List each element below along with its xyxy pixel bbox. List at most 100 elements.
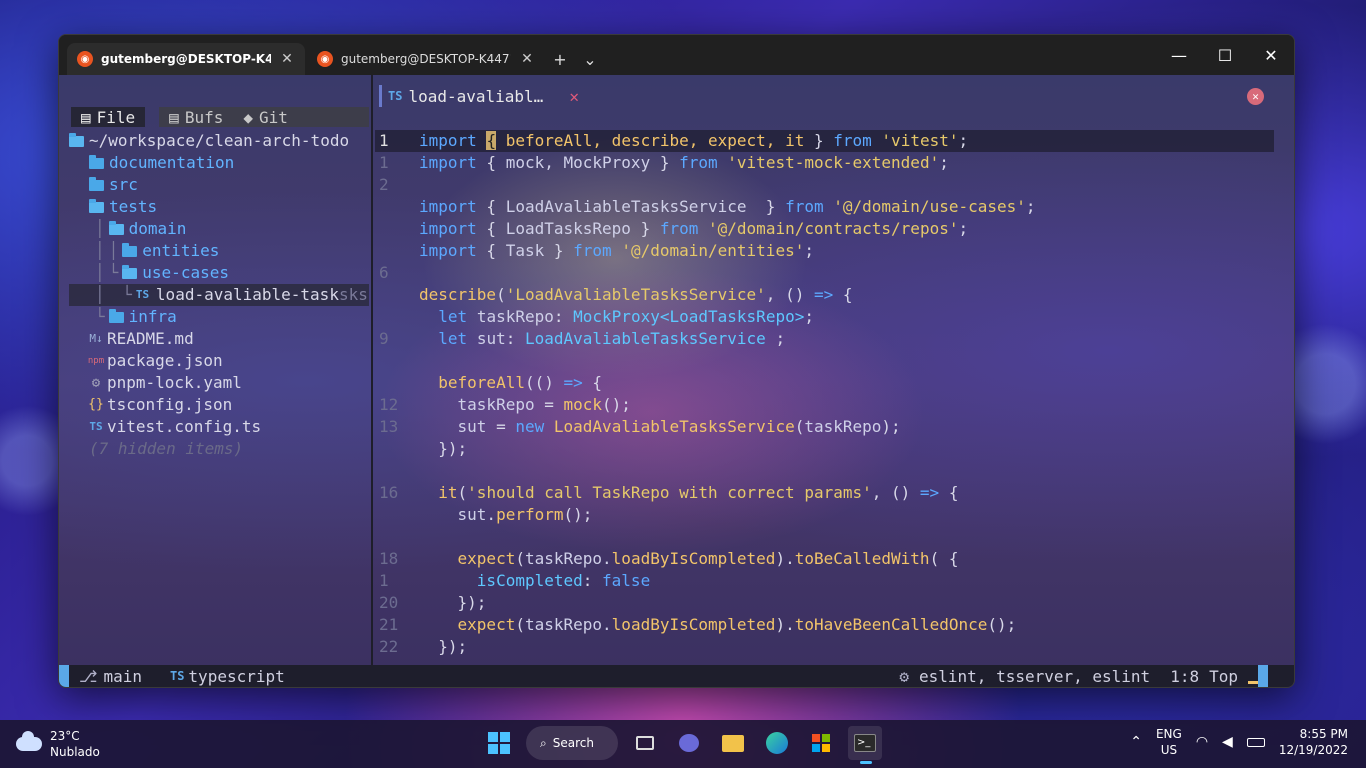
chevron-up-icon[interactable]: ⌃ [1130, 734, 1142, 750]
tree-item-label: infra [128, 307, 177, 326]
folder-open-icon [69, 132, 84, 147]
npm-icon: npm [87, 356, 105, 366]
root-path: ~/workspace/clean-arch-todo [89, 131, 350, 150]
buffer-close-icon[interactable]: ✕ [569, 87, 579, 106]
search-button[interactable]: ⌕ Search [526, 726, 618, 760]
folder-open-icon [122, 264, 138, 279]
tab-dropdown-button[interactable]: ⌄ [575, 43, 605, 75]
tree-item-tests[interactable]: tests [69, 196, 369, 218]
git-branch-icon: ⎇ [79, 666, 98, 686]
buffer-tab-label: load-avaliabl… [408, 86, 544, 106]
tree-item-load-file[interactable]: │ └ TS load-avaliable-task sks [69, 284, 369, 306]
buffer-tab[interactable]: TS load-avaliabl… ✕ [379, 85, 579, 107]
markdown-icon: M↓ [89, 332, 103, 345]
code-line: }); [419, 439, 468, 458]
clock[interactable]: 8:55 PM 12/19/2022 [1279, 726, 1348, 758]
language-indicator[interactable]: ENG US [1156, 726, 1182, 758]
tree-item-pnpm[interactable]: ⚙ pnpm-lock.yaml [69, 372, 369, 394]
tree-item-label: documentation [109, 153, 235, 172]
search-label: Search [552, 736, 594, 750]
tab-close-icon[interactable]: ✕ [279, 51, 295, 67]
tree-item-use-cases[interactable]: │ └ use-cases [69, 262, 369, 284]
tree-item-vitest[interactable]: TS vitest.config.ts [69, 416, 369, 438]
json-icon: {} [88, 397, 104, 412]
taskbar-apps: ⌕ Search >_ [482, 726, 882, 764]
new-tab-button[interactable]: + [545, 43, 575, 75]
tree-item-package[interactable]: npm package.json [69, 350, 369, 372]
task-view-button[interactable] [628, 726, 662, 760]
chat-icon [679, 734, 699, 752]
close-button[interactable]: ✕ [1248, 35, 1294, 75]
task-view-icon [636, 736, 654, 750]
folder-icon [89, 176, 104, 191]
mode-indicator [59, 665, 69, 687]
tree-item-readme[interactable]: M↓ README.md [69, 328, 369, 350]
tab-git-label: Git [258, 107, 288, 127]
maximize-button[interactable]: ☐ [1202, 35, 1248, 75]
store-button[interactable] [804, 726, 838, 760]
code-editor[interactable]: TS load-avaliabl… ✕ ✕ 1 import { beforeA… [375, 75, 1294, 665]
terminal-tab-inactive[interactable]: ◉ gutemberg@DESKTOP-K44717 ✕ [307, 43, 545, 75]
folder-icon [89, 154, 104, 169]
terminal-button[interactable]: >_ [848, 726, 882, 764]
terminal-window: ◉ gutemberg@DESKTOP-K4471 ✕ ◉ gutemberg@… [58, 34, 1295, 688]
terminal-content[interactable]: ▤ File ▤ Bufs ◆ Git ~/workspace/clean-ar… [59, 75, 1294, 687]
typescript-icon: TS [169, 669, 185, 683]
tab-bufs-label: Bufs [184, 107, 224, 127]
typescript-icon: TS [89, 420, 103, 433]
code-line: describe('LoadAvaliableTasksService', ()… [419, 285, 853, 304]
tree-item-entities[interactable]: │ │ entities [69, 240, 369, 262]
code-line: 21 expect(taskRepo.loadByIsCompleted).to… [379, 615, 1017, 634]
code-line: 18 expect(taskRepo.loadByIsCompleted).to… [379, 549, 959, 568]
tree-item-label: tests [109, 197, 158, 216]
scroll-position: Top [1209, 666, 1238, 686]
code-line: 9 let sut: LoadAvaliableTasksService ; [379, 329, 786, 348]
tab-file[interactable]: ▤ File [71, 107, 146, 127]
code-line: sut.perform(); [457, 505, 593, 524]
git-branch: main [103, 666, 142, 686]
tab-git[interactable]: ◆ Git [233, 107, 369, 127]
volume-icon[interactable]: ◀ [1222, 734, 1233, 750]
code-line: 1 isCompleted: false [379, 571, 651, 590]
tree-item-label: tsconfig.json [107, 395, 233, 414]
code-line: import { LoadTasksRepo } from '@/domain/… [419, 219, 969, 238]
code-line: import { LoadAvaliableTasksService } fro… [419, 197, 1036, 216]
hidden-items-label: (7 hidden items) [89, 439, 244, 458]
tree-item-tsconfig[interactable]: {} tsconfig.json [69, 394, 369, 416]
ubuntu-icon: ◉ [317, 51, 333, 67]
code-line: 16 it('should call TaskRepo with correct… [379, 483, 959, 502]
tree-item-label: load-avaliable-task [155, 285, 339, 304]
tree-item-src[interactable]: src [69, 174, 369, 196]
file-tree: ~/workspace/clean-arch-todo documentatio… [69, 130, 369, 460]
file-explorer-button[interactable] [716, 726, 750, 760]
tab-close-icon[interactable]: ✕ [519, 51, 535, 67]
code-lines: 1 import { beforeAll, describe, expect, … [375, 130, 1274, 658]
tab-file-label: File [96, 107, 136, 127]
code-line: 13 sut = new LoadAvaliableTasksService(t… [379, 417, 901, 436]
minimize-button[interactable]: — [1156, 35, 1202, 75]
start-button[interactable] [482, 726, 516, 760]
tab-bufs[interactable]: ▤ Bufs [159, 107, 234, 127]
tree-item-domain[interactable]: │ domain [69, 218, 369, 240]
wifi-icon[interactable]: ◠ [1196, 734, 1208, 750]
battery-icon[interactable] [1246, 737, 1265, 747]
code-line: 2 [379, 175, 389, 194]
edge-button[interactable] [760, 726, 794, 760]
chat-button[interactable] [672, 726, 706, 760]
system-tray: ⌃ ENG US ◠ ◀ 8:55 PM 12/19/2022 [1130, 726, 1348, 758]
tree-item-overflow: sks [338, 285, 368, 304]
terminal-tab-active[interactable]: ◉ gutemberg@DESKTOP-K4471 ✕ [67, 43, 305, 75]
code-line: 20 }); [379, 593, 487, 612]
weather-widget[interactable]: 23°C Nublado [16, 728, 100, 760]
tree-item-documentation[interactable]: documentation [69, 152, 369, 174]
tree-item-infra[interactable]: └ infra [69, 306, 369, 328]
tree-item-label: vitest.config.ts [107, 417, 262, 436]
typescript-icon: TS [135, 288, 150, 301]
tree-root[interactable]: ~/workspace/clean-arch-todo [69, 130, 369, 152]
terminal-icon: >_ [854, 734, 876, 752]
line-number: 1 [379, 131, 389, 150]
editor-close-icon[interactable]: ✕ [1247, 88, 1264, 105]
folder-open-icon [108, 220, 124, 235]
